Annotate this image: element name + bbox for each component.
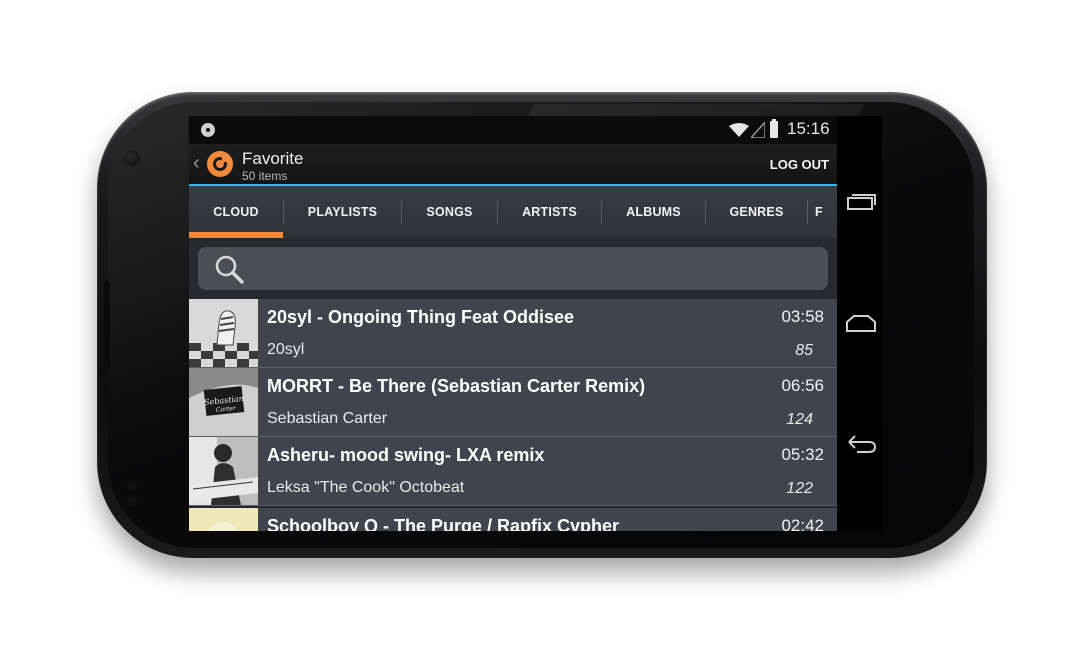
search-input[interactable] — [198, 247, 828, 290]
track-duration: 02:42 — [781, 516, 824, 531]
play-count: 122 — [786, 480, 813, 497]
track-duration: 03:58 — [781, 307, 824, 326]
track-artist: 20syl — [267, 341, 305, 358]
tab-divider — [807, 200, 808, 224]
action-bar: ‹ Favorite 50 items LOG OUT — [189, 144, 837, 186]
search-icon — [215, 255, 244, 284]
music-app-notification-icon — [201, 123, 215, 137]
home-icon[interactable] — [845, 312, 877, 334]
album-art-thumbnail — [189, 299, 258, 367]
tab-albums[interactable]: ALBUMS — [602, 186, 705, 238]
album-art-thumbnail — [189, 437, 258, 505]
play-count: 124 — [786, 411, 813, 428]
play-count: 85 — [795, 342, 813, 359]
page-title: Favorite — [242, 149, 304, 168]
clock: 15:16 — [787, 119, 830, 138]
tab-songs[interactable]: SONGS — [402, 186, 497, 238]
tab-cloud[interactable]: CLOUD — [189, 186, 283, 238]
tab-artists[interactable]: ARTISTS — [498, 186, 601, 238]
track-row[interactable]: Schoolboy Q - The Purge / Rapfix Cypher … — [189, 508, 837, 531]
tab-bar: CLOUD PLAYLISTS SONGS ARTISTS ALBUMS GEN… — [189, 186, 837, 238]
track-row[interactable]: Asheru- mood swing- LXA remix 05:32 Leks… — [189, 437, 837, 506]
speaker-grille — [104, 280, 110, 370]
front-camera — [124, 150, 140, 166]
battery-icon — [770, 119, 778, 138]
signal-icon — [751, 122, 765, 138]
product-shot: 15:16 ‹ Favorite 50 items LOG OUT CLOUD … — [0, 0, 1080, 647]
phone-screen: 15:16 ‹ Favorite 50 items LOG OUT CLOUD … — [189, 116, 882, 531]
track-duration: 05:32 — [781, 445, 824, 464]
status-bar: 15:16 — [189, 116, 837, 144]
item-count: 50 items — [242, 169, 288, 183]
track-row[interactable]: 20syl - Ongoing Thing Feat Oddisee 03:58… — [189, 299, 837, 368]
track-title: 20syl - Ongoing Thing Feat Oddisee — [267, 307, 575, 327]
wifi-icon — [729, 123, 749, 137]
recent-apps-icon[interactable] — [845, 191, 877, 213]
back-icon[interactable] — [845, 433, 877, 455]
system-navigation-bar — [837, 116, 882, 531]
logout-button[interactable]: LOG OUT — [770, 157, 829, 172]
app-logo-icon[interactable] — [207, 151, 233, 177]
track-duration: 06:56 — [781, 376, 824, 395]
track-title: MORRT - Be There (Sebastian Carter Remix… — [267, 376, 646, 396]
track-artist: Leksa "The Cook" Octobeat — [267, 479, 465, 496]
sensor-dot — [127, 497, 137, 507]
up-navigation-chevron-icon[interactable]: ‹ — [193, 152, 200, 175]
track-title: Schoolboy Q - The Purge / Rapfix Cypher — [267, 516, 620, 531]
track-row[interactable]: Sebastian Carter MORRT - Be There (Sebas… — [189, 368, 837, 437]
tab-genres[interactable]: GENRES — [706, 186, 807, 238]
sensor-dot — [127, 480, 137, 490]
tab-playlists[interactable]: PLAYLISTS — [284, 186, 401, 238]
tab-overflow[interactable]: F — [815, 186, 837, 238]
track-artist: Sebastian Carter — [267, 410, 388, 427]
album-art-thumbnail — [189, 508, 258, 531]
track-title: Asheru- mood swing- LXA remix — [267, 445, 545, 465]
album-art-thumbnail: Sebastian Carter — [189, 368, 258, 436]
